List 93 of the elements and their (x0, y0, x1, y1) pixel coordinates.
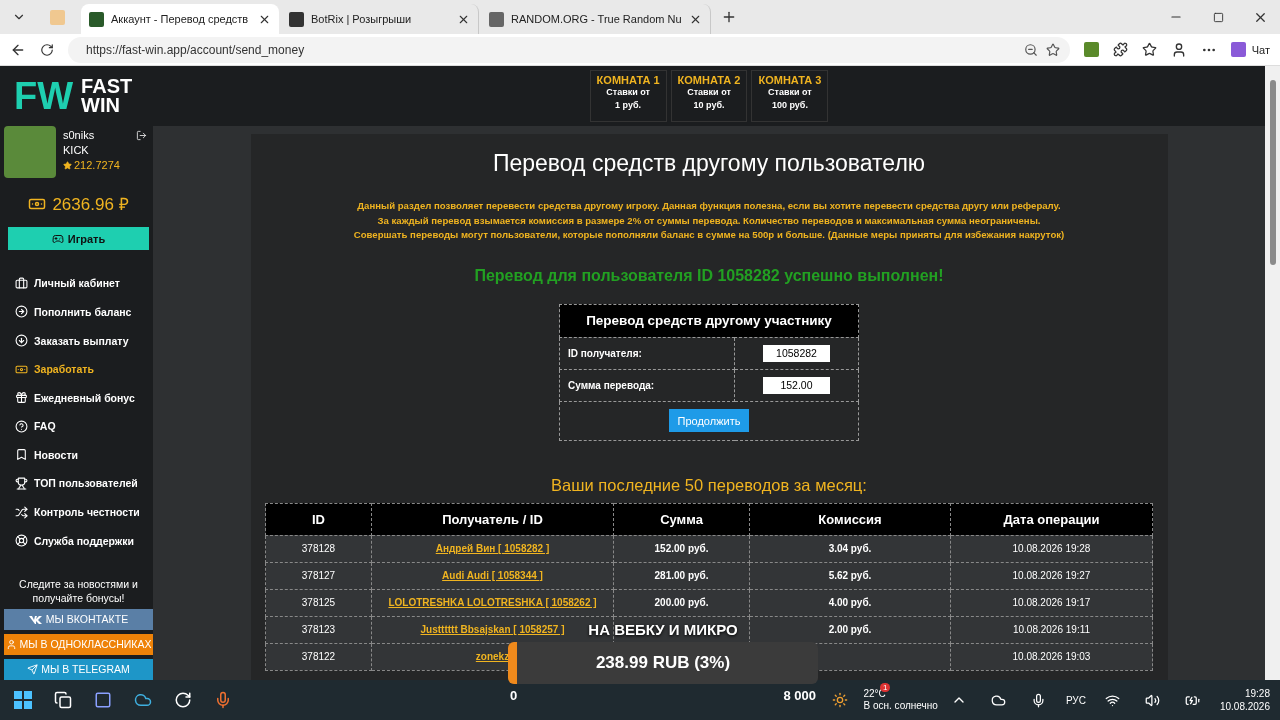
play-button[interactable]: Играть (8, 227, 149, 250)
page-title: Перевод средств другому пользователю (492, 150, 926, 177)
table-cell: 4.00 руб. (828, 597, 872, 608)
field-label: ID получателя: (559, 337, 735, 369)
table-cell: 5.62 руб. (828, 570, 872, 581)
favicon-icon (289, 11, 304, 27)
language-indicator[interactable]: РУС (1065, 694, 1086, 706)
info-text: Данный раздел позволяет перевести средства другому игроку. Данная функция полезна, если вы хотите перевести средства другу или рефералу. (356, 199, 1062, 213)
input-field[interactable]: 1058282 (763, 344, 830, 362)
recipient-link[interactable]: Audi Audi [ 1058344 ] (442, 570, 543, 581)
column-header: Получатель / ID (371, 503, 614, 535)
table-cell: 281.00 руб. (654, 570, 709, 581)
gift-icon (15, 391, 28, 405)
table-cell: 378127 (265, 562, 372, 589)
logout-icon[interactable] (136, 130, 147, 141)
clock[interactable]: 19:28 10.08.2026 (1219, 687, 1270, 713)
goal-title: НА ВЕБКУ И МИКРО (588, 621, 738, 638)
extension-icon[interactable] (1083, 42, 1099, 57)
table-cell: 152.00 руб. (654, 543, 709, 554)
vk-icon (28, 614, 43, 624)
table-cell: 378123 (265, 616, 372, 643)
table-cell: 378128 (265, 535, 372, 562)
menu-item[interactable]: FAQ (4, 412, 56, 441)
goal-min: 0 (510, 688, 518, 703)
recipient-link[interactable]: Justttttt Bbsajskan [ 1058257 ] (420, 624, 565, 635)
input-field[interactable]: 152.00 (763, 376, 830, 394)
favicon-icon (489, 11, 504, 27)
room-link[interactable]: КОМНАТА 2 Ставки от 10 руб. (670, 70, 748, 122)
menu-item[interactable]: Заказать выплату (4, 326, 129, 355)
table-cell: 10.08.2026 19:17 (950, 589, 1153, 616)
form-title: Перевод средств другому участнику (559, 304, 859, 337)
menu-item[interactable]: ТОП пользователей (4, 469, 138, 498)
table-cell: 378122 (265, 643, 372, 670)
browser-tab[interactable]: Аккаунт - Перевод средств (81, 4, 279, 34)
info-text: За каждый перевод взымается комиссия в размере 2% от суммы перевода. Количество переводов и максимальная сумма неограничены. (376, 213, 1042, 228)
briefcase-icon (15, 276, 28, 290)
address-field[interactable]: https://fast-win.app/account/send_money (68, 36, 1070, 63)
follow-text: Следите за новостями и получайте бонусы! (18, 576, 139, 605)
favorite-star-icon[interactable] (1045, 42, 1060, 57)
column-header: Дата операции (950, 503, 1153, 535)
menu-item[interactable]: Новости (4, 440, 79, 470)
arrow-right-circle-icon (15, 305, 28, 319)
column-header: Комиссия (749, 503, 951, 535)
zoom-out-icon[interactable] (1023, 42, 1038, 57)
table-cell: 10.08.2026 19:28 (950, 535, 1153, 562)
help-icon (15, 419, 28, 433)
gamepad-icon (51, 232, 64, 245)
social-button[interactable]: МЫ ВКОНТАКТЕ (4, 608, 153, 630)
menu-item[interactable]: Контроль честности (4, 497, 140, 527)
username: s0niks (63, 128, 95, 143)
bookmark-icon (15, 448, 28, 462)
user-rating: 212.7274 (63, 158, 120, 173)
extensions-icon[interactable] (1112, 42, 1128, 57)
success-message: Перевод для пользователя ID 1058282 успешно выполнен! (474, 266, 944, 285)
menu-item[interactable]: Пополнить баланс (4, 297, 132, 327)
arrow-down-circle-icon (15, 334, 28, 347)
person-icon (5, 638, 17, 650)
room-link[interactable]: КОМНАТА 3 Ставки от 100 руб. (751, 70, 829, 122)
send-icon (27, 664, 39, 675)
table-cell: 378125 (265, 589, 372, 616)
lifebuoy-icon (15, 534, 28, 548)
column-header: Сумма (613, 503, 750, 535)
menu-item[interactable]: Заработать (4, 354, 94, 384)
history-title: Ваши последние 50 переводов за месяц: (551, 475, 867, 495)
table-cell: 10.08.2026 19:03 (950, 643, 1153, 670)
recipient-link[interactable]: zonekz (475, 651, 510, 662)
menu-item[interactable]: Служба поддержки (4, 526, 134, 555)
goal-max: 8 000 (783, 688, 816, 703)
table-cell: 10.08.2026 19:27 (950, 562, 1153, 589)
favicon-icon (89, 11, 104, 27)
favicon-icon (50, 9, 65, 25)
shuffle-icon (15, 505, 28, 519)
favorites-icon[interactable] (1141, 42, 1157, 57)
balance: 2636.96 ₽ (52, 194, 129, 215)
table-cell: 200.00 руб. (654, 597, 709, 608)
menu-item[interactable]: Личный кабинет (4, 269, 120, 298)
reload-icon[interactable] (40, 42, 54, 57)
weather-text: В осн. солнечно (863, 700, 938, 712)
recipient-link[interactable]: Андрей Вин [ 1058282 ] (435, 543, 550, 554)
avatar-placeholder (4, 126, 56, 178)
column-header: ID (265, 503, 372, 535)
table-cell: 3.04 руб. (828, 543, 872, 554)
trophy-icon (15, 476, 28, 490)
user-tag: KICK (63, 143, 89, 158)
room-link[interactable]: КОМНАТА 1 Ставки от 1 руб. (589, 70, 667, 122)
field-label: Сумма перевода: (559, 369, 735, 401)
notification-badge: 1 (880, 683, 891, 692)
table-cell: 10.08.2026 19:11 (950, 616, 1153, 643)
chat-button[interactable]: Чат (1230, 42, 1270, 57)
goal-amount: 238.99 RUB (3%) (595, 653, 731, 673)
menu-item[interactable]: Ежедневный бонус (4, 383, 135, 412)
table-cell: 2.00 руб. (828, 624, 872, 635)
info-text: Совершать переводы могут пользователи, которые пополняли баланс в сумме на 500р и больше. (Данные меры приняты для избежания накруток) (353, 228, 1065, 242)
